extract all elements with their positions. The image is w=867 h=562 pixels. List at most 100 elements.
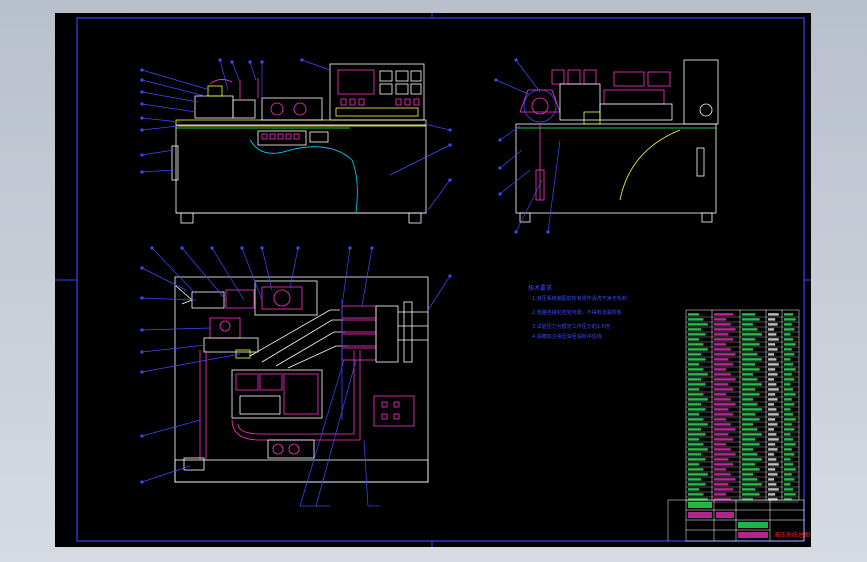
parts-cell-text [742, 333, 762, 336]
parts-cell-text [768, 333, 777, 336]
parts-cell-text [688, 463, 699, 466]
parts-cell-text [784, 323, 792, 326]
parts-cell-text [784, 458, 791, 461]
parts-cell-text [714, 483, 729, 486]
tech-req-line-1: 1.液压系统装配前所有零件清洗干净无毛刺 [532, 295, 627, 302]
parts-cell-text [768, 468, 776, 471]
parts-cell-text [742, 373, 753, 376]
parts-cell-text [688, 363, 699, 366]
parts-cell-text [768, 418, 776, 421]
parts-cell-text [714, 488, 734, 491]
parts-cell-text [742, 488, 756, 491]
parts-cell-text [688, 453, 702, 456]
parts-cell-text [714, 423, 731, 426]
parts-cell-text [742, 473, 753, 476]
parts-cell-text [688, 368, 704, 371]
parts-cell-text [768, 443, 776, 446]
parts-cell-text [768, 478, 774, 481]
parts-cell-text [688, 398, 708, 401]
parts-cell-text [768, 488, 779, 491]
parts-cell-text [768, 448, 778, 451]
parts-cell-text [768, 383, 777, 386]
parts-cell-text [714, 373, 731, 376]
parts-cell-text [768, 458, 777, 461]
parts-cell-text [688, 393, 704, 396]
parts-cell-text [714, 453, 736, 456]
parts-cell-text [742, 383, 762, 386]
parts-cell-text [688, 378, 702, 381]
parts-cell-text [714, 458, 729, 461]
parts-cell-text [714, 413, 734, 416]
parts-cell-text [742, 458, 762, 461]
parts-cell-text [784, 428, 795, 431]
parts-cell-text [742, 408, 762, 411]
parts-cell-text [714, 448, 731, 451]
cad-viewport[interactable]: 技术要求 1.液压系统装配前所有零件清洗干净无毛刺 2.管路连接处密封可靠，不得… [0, 0, 867, 562]
parts-cell-text [784, 353, 795, 356]
parts-cell-text [768, 433, 777, 436]
parts-cell-text [742, 403, 758, 406]
parts-cell-text [742, 313, 756, 316]
parts-cell-text [768, 428, 774, 431]
parts-cell-text [768, 348, 778, 351]
parts-cell-text [742, 413, 756, 416]
parts-cell-text [784, 313, 794, 316]
parts-cell-text [688, 388, 699, 391]
tech-req-line-2: 2.管路连接处密封可靠，不得有渗漏现象 [532, 309, 622, 316]
parts-cell-text [714, 478, 736, 481]
parts-cell-text [688, 423, 708, 426]
parts-cell-text [714, 408, 729, 411]
parts-cell-text [688, 318, 704, 321]
parts-cell-text [784, 368, 796, 371]
parts-cell-text [742, 453, 758, 456]
parts-cell-text [742, 368, 760, 371]
parts-cell-text [742, 328, 758, 331]
parts-cell-text [714, 323, 731, 326]
parts-cell-text [714, 343, 726, 346]
parts-cell-text [714, 493, 726, 496]
parts-cell-text [768, 483, 777, 486]
parts-cell-text [688, 438, 699, 441]
parts-cell-text [688, 428, 702, 431]
parts-cell-text [742, 363, 756, 366]
parts-cell-text [742, 393, 760, 396]
parts-cell-text [742, 388, 756, 391]
tech-req-line-3: 3.试验压力为额定工作压力的1.5倍 [532, 323, 610, 330]
parts-cell-text [714, 463, 734, 466]
parts-cell-text [742, 423, 753, 426]
parts-cell-text [688, 353, 702, 356]
parts-cell-text [742, 448, 753, 451]
parts-cell-text [784, 418, 796, 421]
parts-cell-text [688, 433, 706, 436]
parts-cell-text [742, 358, 762, 361]
parts-cell-text [688, 328, 702, 331]
parts-cell-text [768, 413, 779, 416]
parts-cell-text [714, 398, 731, 401]
parts-cell-text [768, 358, 777, 361]
parts-cell-text [742, 468, 760, 471]
parts-cell-text [688, 313, 699, 316]
parts-cell-text [768, 473, 778, 476]
parts-cell-text [784, 483, 791, 486]
parts-cell-text [784, 383, 791, 386]
parts-cell-text [768, 398, 778, 401]
parts-cell-text [768, 463, 779, 466]
parts-cell-text [714, 358, 729, 361]
parts-cell-text [784, 468, 796, 471]
parts-cell-text [742, 483, 762, 486]
parts-cell-text [784, 318, 796, 321]
parts-cell-text [742, 323, 753, 326]
parts-cell-text [688, 483, 706, 486]
parts-cell-text [768, 323, 778, 326]
parts-cell-text [768, 493, 776, 496]
parts-cell-text [768, 363, 779, 366]
parts-cell-text [768, 368, 776, 371]
parts-cell-text [714, 418, 726, 421]
parts-cell-text [714, 378, 736, 381]
parts-cell-text [784, 358, 791, 361]
parts-cell-text [768, 318, 776, 321]
parts-cell-text [714, 443, 726, 446]
parts-cell-text [742, 348, 753, 351]
parts-cell-text [784, 488, 794, 491]
parts-cell-text [784, 373, 792, 376]
